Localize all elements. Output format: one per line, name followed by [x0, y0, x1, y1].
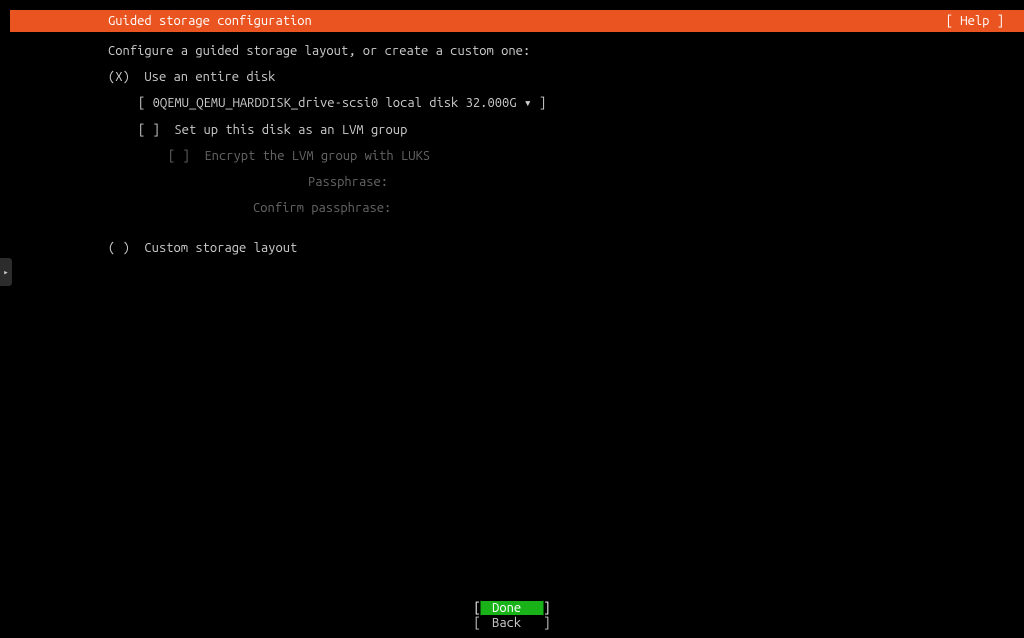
passphrase-label: Passphrase:	[308, 175, 1024, 189]
checkbox-unchecked-icon: [ ]	[168, 149, 190, 163]
bracket-close: ]	[539, 96, 546, 110]
radio-selected-icon: (X)	[108, 70, 130, 84]
chevron-down-icon: ▾	[517, 96, 539, 110]
back-button-label: Back	[492, 616, 521, 630]
footer-buttons: [ Done] [ Back]	[474, 601, 551, 630]
lvm-checkbox[interactable]: [ ] Set up this disk as an LVM group	[138, 123, 1024, 137]
encrypt-checkbox: [ ] Encrypt the LVM group with LUKS	[168, 149, 1024, 163]
intro-text: Configure a guided storage layout, or cr…	[108, 44, 1024, 58]
checkbox-unchecked-icon: [ ]	[138, 123, 160, 137]
done-button-label: Done	[492, 601, 521, 615]
chevron-right-icon: ▸	[3, 267, 8, 278]
lvm-checkbox-label: Set up this disk as an LVM group	[174, 123, 407, 137]
option-custom-storage[interactable]: ( ) Custom storage layout	[108, 241, 1024, 255]
help-button[interactable]: [ Help ]	[946, 14, 1014, 28]
option-use-entire-disk[interactable]: (X) Use an entire disk	[108, 70, 1024, 84]
bracket-open: [	[138, 96, 153, 110]
confirm-passphrase-label: Confirm passphrase:	[253, 201, 1024, 215]
encrypt-checkbox-label: Encrypt the LVM group with LUKS	[204, 149, 430, 163]
back-button[interactable]: [ Back]	[474, 616, 551, 630]
page-title: Guided storage configuration	[10, 14, 312, 28]
header-bar: Guided storage configuration [ Help ]	[10, 10, 1024, 32]
option-custom-storage-label: Custom storage layout	[144, 241, 297, 255]
disk-selector[interactable]: [ 0QEMU_QEMU_HARDDISK_drive-scsi0 local …	[138, 96, 1024, 111]
option-entire-disk-label: Use an entire disk	[144, 70, 275, 84]
disk-selector-value: 0QEMU_QEMU_HARDDISK_drive-scsi0 local di…	[153, 96, 517, 110]
side-panel-toggle[interactable]: ▸	[0, 258, 12, 286]
content-area: Configure a guided storage layout, or cr…	[0, 32, 1024, 255]
done-button[interactable]: [ Done]	[474, 601, 551, 615]
radio-unselected-icon: ( )	[108, 241, 130, 255]
